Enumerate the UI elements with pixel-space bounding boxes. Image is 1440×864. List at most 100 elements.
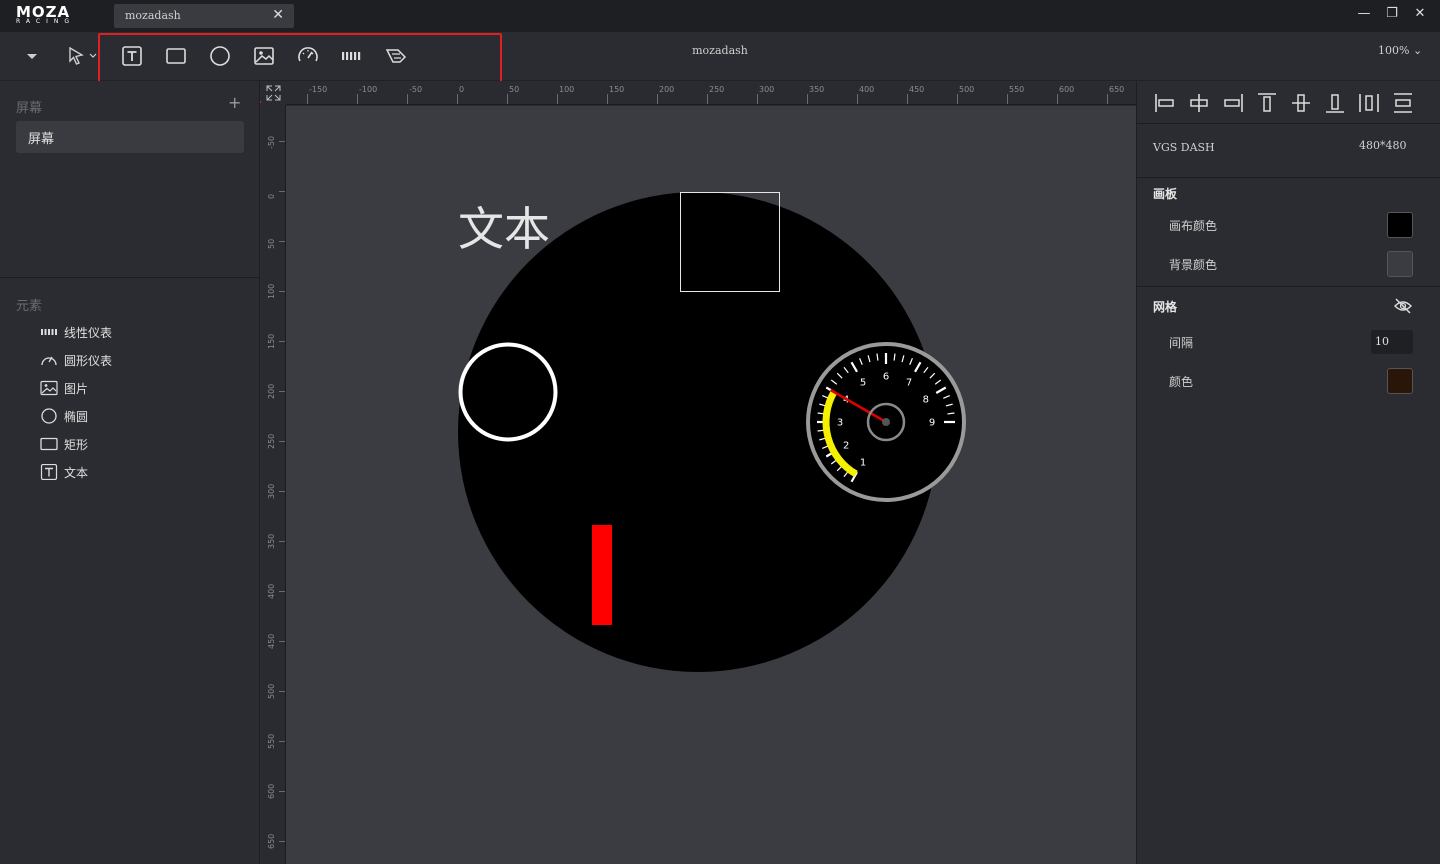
ruler-label: -100 (359, 85, 378, 94)
align-top-icon[interactable] (1255, 91, 1279, 115)
ruler-tick (857, 94, 858, 104)
linear-gauge-bar-element[interactable] (592, 525, 612, 625)
ruler-label: 650 (1109, 85, 1125, 94)
left-panel: 屏幕 + 屏幕 元素 线性仪表 圆形仪表 图片 椭圆 矩形 文本 (0, 81, 260, 864)
text-tool-icon[interactable] (120, 44, 144, 68)
ruler-tick (279, 691, 285, 692)
select-pointer-icon[interactable] (64, 44, 100, 68)
restore-icon[interactable]: ❐ (1382, 6, 1402, 21)
align-bottom-icon[interactable] (1323, 91, 1347, 115)
divider (1137, 123, 1440, 124)
align-middle-vertical-icon[interactable] (1289, 91, 1313, 115)
logo-text: MOZA (16, 3, 71, 21)
element-label: 矩形 (64, 438, 89, 452)
ruler-label: 250 (709, 85, 725, 94)
ruler-label: 400 (267, 583, 276, 599)
screens-section-title: 屏幕 (16, 101, 43, 116)
zoom-dropdown[interactable]: 100% ⌄ (1378, 44, 1422, 57)
ruler-label: 350 (267, 533, 276, 549)
gauge-label: 9 (929, 418, 935, 429)
ruler-tick (707, 94, 708, 104)
image-icon (40, 380, 58, 396)
ruler-label: 250 (267, 433, 276, 449)
ruler-tick (1007, 94, 1008, 104)
element-label: 文本 (64, 466, 89, 480)
ruler-label: 100 (267, 283, 276, 299)
element-ellipse[interactable]: 椭圆 (40, 406, 220, 428)
align-right-icon[interactable] (1221, 91, 1245, 115)
ruler-tick (279, 141, 285, 142)
ruler-label: 500 (267, 683, 276, 699)
align-left-icon[interactable] (1153, 91, 1177, 115)
right-panel: VGS DASH 480*480 画板 画布颜色 背景颜色 网格 间隔 10 颜… (1136, 81, 1440, 864)
minimize-icon[interactable]: — (1354, 6, 1374, 21)
linear-gauge-icon (41, 329, 57, 335)
eye-hidden-icon[interactable] (1393, 297, 1413, 315)
document-tab[interactable]: mozadash ✕ (114, 4, 294, 28)
close-icon[interactable]: ✕ (1410, 6, 1430, 21)
expand-icon (266, 85, 281, 101)
grid-color-swatch[interactable] (1387, 368, 1413, 394)
grid-section-title: 网格 (1153, 300, 1178, 314)
divider (1137, 177, 1440, 178)
add-screen-button[interactable]: + (228, 93, 241, 112)
rectangle-tool-icon[interactable] (164, 44, 188, 68)
element-label: 圆形仪表 (64, 354, 113, 368)
circular-gauge-tool-icon[interactable] (296, 44, 320, 68)
distribute-vertical-icon[interactable] (1391, 91, 1415, 115)
ruler-label: 200 (659, 85, 675, 94)
moza-logo: MOZA RACING (16, 3, 96, 26)
grid-interval-input[interactable]: 10 (1371, 330, 1413, 354)
gauge-label: 8 (923, 395, 929, 406)
ruler-label: 300 (759, 85, 775, 94)
text-element[interactable]: 文本 (458, 202, 550, 256)
element-image[interactable]: 图片 (40, 378, 220, 400)
ruler-tick (457, 94, 458, 104)
ruler-tick (279, 291, 285, 292)
align-center-horizontal-icon[interactable] (1187, 91, 1211, 115)
ruler-label: 50 (267, 238, 276, 249)
image-tool-icon[interactable] (252, 44, 276, 68)
ruler-tick (279, 241, 285, 242)
linear-gauge-tool-icon[interactable] (340, 44, 364, 68)
panel-divider (0, 277, 260, 278)
ruler-tick (657, 94, 658, 104)
canvas-svg: 文本 123456789 (458, 192, 966, 672)
ruler-label: 500 (959, 85, 975, 94)
element-linear-gauge[interactable]: 线性仪表 (40, 322, 220, 344)
circular-gauge-element[interactable]: 123456789 (806, 342, 966, 502)
screen-item-label: 屏幕 (28, 132, 55, 147)
ruler-label: 100 (559, 85, 575, 94)
ruler-label: 650 (267, 833, 276, 849)
ruler-tick (279, 391, 285, 392)
eraser-tool-icon[interactable] (384, 44, 408, 68)
tab-label: mozadash (125, 9, 181, 22)
ruler-tick (357, 94, 358, 104)
element-circular-gauge[interactable]: 圆形仪表 (40, 350, 220, 372)
element-rectangle[interactable]: 矩形 (40, 434, 220, 456)
distribute-horizontal-icon[interactable] (1357, 91, 1381, 115)
canvas-color-swatch[interactable] (1387, 212, 1413, 238)
zoom-value: 100% (1378, 44, 1410, 57)
gauge-hub (882, 418, 890, 426)
ruler-label: 0 (267, 193, 276, 199)
circular-gauge-icon (41, 356, 57, 366)
close-tab-icon[interactable]: ✕ (272, 7, 284, 23)
element-text[interactable]: 文本 (40, 462, 220, 484)
logo-subtext: RACING (16, 18, 76, 25)
gauge-label: 2 (843, 441, 849, 452)
ruler-tick (279, 541, 285, 542)
element-label: 线性仪表 (64, 326, 113, 340)
screen-list-item[interactable]: 屏幕 (16, 121, 244, 153)
ellipse-tool-icon[interactable] (208, 44, 232, 68)
design-canvas[interactable]: 文本 123456789 (286, 106, 1136, 864)
fit-view-button[interactable] (261, 81, 286, 105)
background-color-swatch[interactable] (1387, 251, 1413, 277)
ruler-tick (757, 94, 758, 104)
gauge-label: 3 (837, 418, 843, 429)
ruler-tick (957, 94, 958, 104)
ruler-tick (507, 94, 508, 104)
canvas-color-label: 画布颜色 (1169, 219, 1218, 233)
text-icon (40, 464, 58, 480)
dropdown-icon[interactable] (20, 44, 44, 68)
